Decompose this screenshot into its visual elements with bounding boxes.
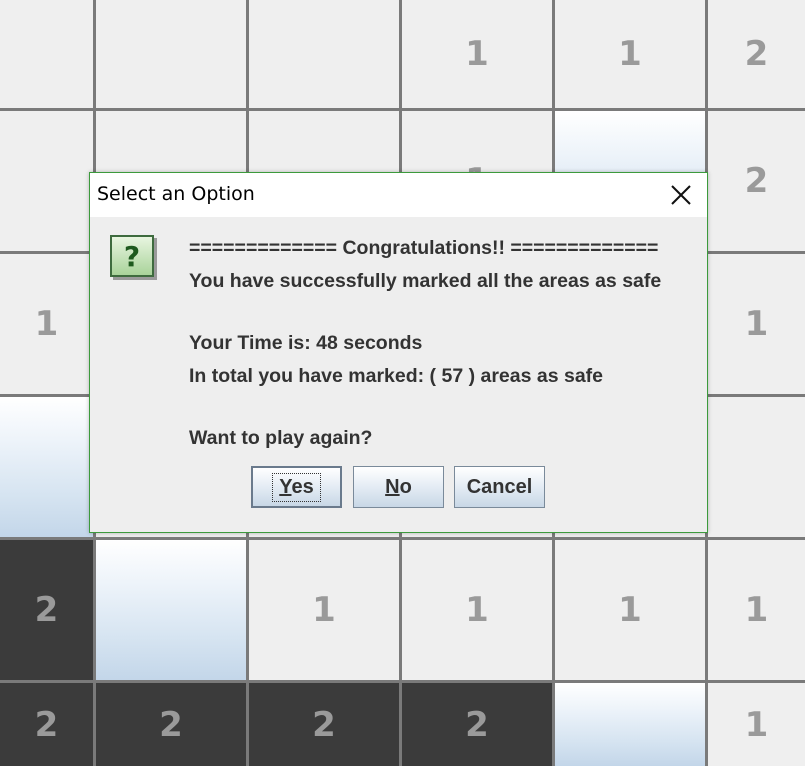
board-cell[interactable]: 2	[0, 683, 93, 766]
board-cell[interactable]	[555, 683, 705, 766]
board-cell[interactable]: 2	[402, 683, 552, 766]
board-cell[interactable]: 1	[402, 0, 552, 108]
yes-mnemonic: Y	[279, 475, 292, 498]
board-cell[interactable]	[0, 0, 93, 108]
dialog-title: Select an Option	[97, 183, 255, 205]
play-again-prompt: Want to play again?	[189, 427, 373, 449]
board-cell[interactable]: 2	[0, 540, 93, 680]
board-cell[interactable]: 2	[249, 683, 399, 766]
board-cell[interactable]: 1	[0, 254, 93, 394]
board-cell[interactable]: 2	[708, 0, 805, 108]
board-cell[interactable]	[96, 0, 246, 108]
board-cell[interactable]	[0, 397, 93, 537]
board-cell[interactable]: 1	[402, 540, 552, 680]
success-text: You have successfully marked all the are…	[189, 270, 662, 292]
total-marked-text: In total you have marked: ( 57 ) areas a…	[189, 365, 604, 387]
time-text: Your Time is: 48 seconds	[189, 332, 423, 354]
board-cell[interactable]: 2	[708, 111, 805, 251]
board-cell[interactable]: 1	[708, 683, 805, 766]
dialog-titlebar: Select an Option	[90, 173, 707, 217]
board-cell[interactable]: 2	[96, 683, 246, 766]
board-cell[interactable]: 1	[555, 0, 705, 108]
yes-label-rest: es	[291, 475, 314, 498]
board-cell[interactable]	[249, 0, 399, 108]
yes-button-focus: Yes	[272, 472, 321, 502]
yes-button[interactable]: Yes	[251, 466, 342, 508]
board-cell[interactable]: 1	[555, 540, 705, 680]
board-cell[interactable]	[96, 540, 246, 680]
board-cell[interactable]: 1	[708, 540, 805, 680]
close-button[interactable]	[663, 177, 699, 213]
board-cell[interactable]: 1	[708, 254, 805, 394]
board-cell[interactable]: 1	[249, 540, 399, 680]
option-dialog: Select an Option ? ============= Congrat…	[89, 172, 708, 533]
question-icon: ?	[110, 235, 154, 277]
no-label-rest: o	[399, 475, 412, 498]
close-icon	[671, 185, 691, 205]
board-cell[interactable]	[0, 111, 93, 251]
no-button[interactable]: No	[353, 466, 444, 508]
congratulations-text: ============= Congratulations!! ========…	[189, 237, 659, 259]
cancel-button[interactable]: Cancel	[454, 466, 545, 508]
board-cell[interactable]	[708, 397, 805, 537]
no-mnemonic: N	[385, 475, 400, 498]
